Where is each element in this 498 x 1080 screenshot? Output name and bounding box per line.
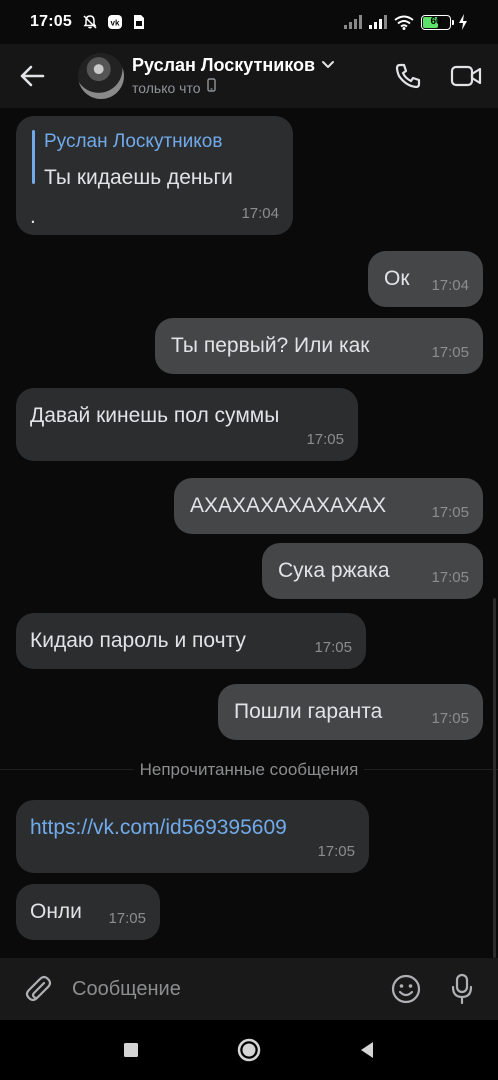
video-icon [450,65,482,87]
message-time: 17:05 [431,344,469,361]
message-time: 17:05 [306,431,344,448]
home-button[interactable] [229,1030,269,1070]
message-text: Давай кинешь пол суммы [30,404,280,427]
battery-level: 60 [430,16,442,27]
wifi-icon [394,15,414,30]
signal-icon [344,15,362,29]
message-text: АХАХАХАХАХАХАХ [190,494,387,517]
svg-text:vk: vk [110,19,119,28]
message-bubble-incoming[interactable]: Кидаю пароль и почту 17:05 [16,613,366,669]
unread-divider-label: Непрочитанные сообщения [133,760,365,779]
message-time: 17:05 [314,639,352,656]
message-time: 17:05 [431,569,469,586]
message-text: Ты кидаешь деньги [44,166,233,189]
message-time: 17:05 [431,504,469,521]
message-composer [0,958,498,1020]
message-time: 17:05 [431,710,469,727]
signal-icon [369,15,387,29]
back-button[interactable] [0,44,64,108]
back-arrow-icon [20,65,45,87]
message-bubble-incoming[interactable]: Онли 17:05 [16,884,160,940]
charging-icon [458,14,468,30]
message-bubble-outgoing[interactable]: АХАХАХАХАХАХАХ 17:05 [174,478,483,534]
message-link[interactable]: https://vk.com/id569395609 [30,815,287,841]
status-bar: 17:05 vk 60 [0,0,498,44]
message-bubble-outgoing[interactable]: Ты первый? Или как 17:05 [155,318,483,374]
mobile-device-icon [206,78,216,97]
message-text: Онли [30,900,82,923]
message-input[interactable] [72,969,388,1009]
voice-message-button[interactable] [444,971,480,1007]
video-call-button[interactable] [448,58,484,94]
call-button[interactable] [390,58,426,94]
message-time: 17:04 [431,277,469,294]
contact-status: только что [132,79,201,96]
message-time: 17:05 [108,910,146,927]
message-bubble-outgoing[interactable]: Ок 17:04 [368,251,483,307]
message-bubble-incoming[interactable]: https://vk.com/id569395609 17:05 [16,800,369,873]
message-bubble-outgoing[interactable]: Сука ржака 17:05 [262,543,483,599]
vk-icon: vk [107,14,123,30]
message-list[interactable]: Руслан Лоскутников Ты кидаешь деньги . 1… [0,108,498,958]
recents-button[interactable] [111,1030,151,1070]
contact-title-block[interactable]: Руслан Лоскутников только что [132,55,335,97]
message-text: . [30,205,36,228]
battery-icon: 60 [421,14,454,30]
back-triangle-icon [361,1042,373,1058]
message-bubble-outgoing[interactable]: Пошли гаранта 17:05 [218,684,483,740]
attach-button[interactable] [20,971,56,1007]
message-text: Кидаю пароль и почту [30,629,246,652]
message-time: 17:04 [241,205,279,222]
emoji-button[interactable] [388,971,424,1007]
message-bubble-incoming[interactable]: Давай кинешь пол суммы 17:05 [16,388,358,461]
status-left-icons: vk [82,14,146,30]
emoji-icon [391,974,421,1004]
chevron-down-icon[interactable] [321,57,335,75]
message-time: 17:05 [317,843,355,860]
reply-author[interactable]: Руслан Лоскутников [44,129,222,155]
microphone-icon [451,973,473,1005]
message-text: Ок [384,267,410,290]
back-nav-button[interactable] [347,1030,387,1070]
avatar[interactable] [78,53,124,99]
message-text: Сука ржака [278,559,390,582]
status-time: 17:05 [30,13,72,30]
message-text: Ты первый? Или как [171,334,370,357]
reply-quote-bar [32,130,35,184]
sim-icon [132,14,146,30]
status-right-icons: 60 [344,14,468,30]
message-bubble-incoming[interactable]: Руслан Лоскутников Ты кидаешь деньги . 1… [16,116,293,235]
home-circle-icon [237,1038,261,1062]
contact-name[interactable]: Руслан Лоскутников [132,55,315,76]
unread-divider: Непрочитанные сообщения [0,760,498,780]
message-text: Пошли гаранта [234,700,383,723]
chat-header: Руслан Лоскутников только что [0,44,498,108]
system-nav-bar [0,1020,498,1080]
phone-icon [395,63,421,89]
paperclip-icon [25,975,52,1002]
recents-square-icon [124,1043,138,1057]
scrollbar[interactable] [493,598,496,958]
bell-off-icon [82,14,98,30]
